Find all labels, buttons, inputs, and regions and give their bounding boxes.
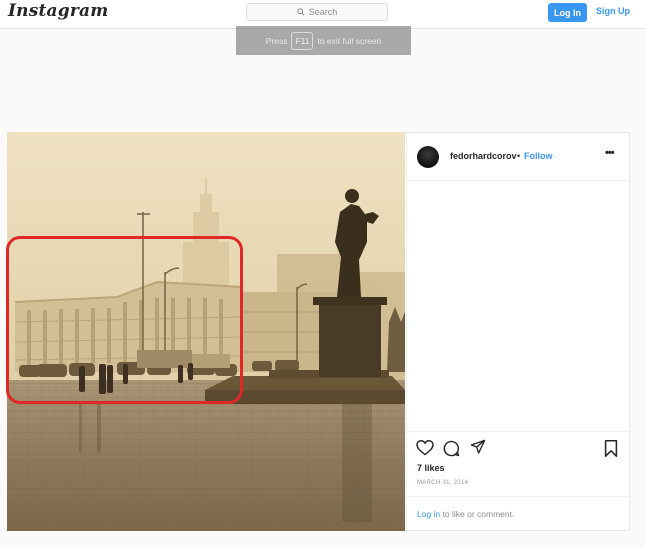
search-icon xyxy=(297,8,305,16)
sign-up-link[interactable]: Sign Up xyxy=(596,6,630,16)
photo-side-divider xyxy=(406,132,407,531)
search-placeholder: Search xyxy=(308,7,338,17)
log-in-button[interactable]: Log In xyxy=(548,3,587,22)
like-count[interactable]: 7 likes xyxy=(417,463,445,473)
comment-prompt-text: to like or comment. xyxy=(440,509,515,519)
share-icon[interactable] xyxy=(470,439,486,455)
comment-divider xyxy=(407,496,629,497)
comment-login-link[interactable]: Log in xyxy=(417,509,440,519)
post-header: fedorhardcorov • Follow ••• xyxy=(407,133,629,181)
post-date: MARCH 31, 2014 xyxy=(417,480,469,486)
comment-prompt: Log in to like or comment. xyxy=(417,509,514,519)
red-highlight-frame xyxy=(6,236,243,404)
header-separator: • xyxy=(517,151,521,161)
top-nav: Instagram Search Log In Sign Up xyxy=(0,0,645,29)
comment-icon[interactable] xyxy=(443,440,460,457)
avatar[interactable] xyxy=(417,146,439,168)
fullscreen-notice: Press F11 to exit full screen xyxy=(236,26,411,55)
f11-key-badge: F11 xyxy=(291,31,314,50)
search-input[interactable]: Search xyxy=(246,3,388,21)
instagram-logo[interactable]: Instagram xyxy=(8,1,108,21)
post-username[interactable]: fedorhardcorov xyxy=(450,151,517,161)
more-options-icon[interactable]: ••• xyxy=(605,147,615,159)
follow-button[interactable]: Follow xyxy=(524,151,553,161)
fullscreen-notice-suffix: to exit full screen xyxy=(317,35,382,46)
fullscreen-notice-prefix: Press xyxy=(265,35,288,46)
heart-icon[interactable] xyxy=(416,440,434,456)
bookmark-icon[interactable] xyxy=(604,440,618,457)
actions-divider xyxy=(407,431,629,432)
